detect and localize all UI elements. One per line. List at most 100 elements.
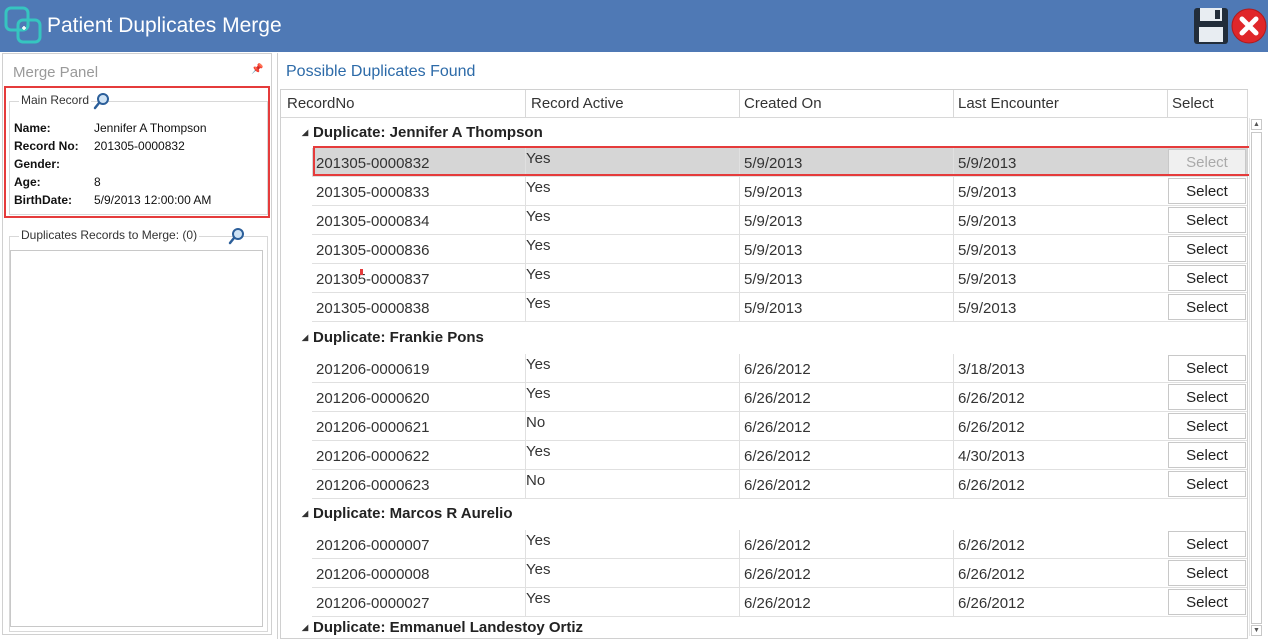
column-divider — [525, 177, 526, 206]
collapse-triangle-icon[interactable]: ◢ — [302, 500, 308, 528]
column-divider — [953, 470, 954, 499]
collapse-triangle-icon[interactable]: ◢ — [302, 614, 308, 642]
column-divider — [953, 206, 954, 235]
select-button[interactable]: Select — [1168, 265, 1246, 291]
group-header-label: Duplicate: Frankie Pons — [313, 329, 484, 346]
cell-record-active: Yes — [526, 266, 551, 283]
cell-record-no: 201206-0000619 — [316, 361, 430, 378]
table-row[interactable]: 201206-0000620 Yes 6/26/2012 6/26/2012 Selec… — [312, 383, 1247, 412]
column-divider — [525, 588, 526, 617]
cell-last-encounter: 6/26/2012 — [958, 595, 1025, 612]
select-button[interactable]: Select — [1168, 442, 1246, 468]
cell-record-active: No — [526, 414, 546, 431]
cell-last-encounter: 4/30/2013 — [958, 448, 1025, 465]
column-divider — [525, 441, 526, 470]
cell-record-active: Yes — [526, 208, 551, 225]
group-header[interactable]: ◢ Duplicate: Frankie Pons — [281, 324, 1247, 352]
select-button[interactable]: Select — [1168, 178, 1246, 204]
table-row[interactable]: 201305-0000833 Yes 5/9/2013 5/9/2013 Select — [312, 177, 1247, 206]
table-row[interactable]: 201206-0000007 Yes 6/26/2012 6/26/2012 Selec… — [312, 530, 1247, 559]
table-row[interactable]: 201206-0000008 Yes 6/26/2012 6/26/2012 Selec… — [312, 559, 1247, 588]
cell-last-encounter: 6/26/2012 — [958, 537, 1025, 554]
collapse-triangle-icon[interactable]: ◢ — [302, 119, 308, 147]
cell-created-on: 6/26/2012 — [744, 595, 811, 612]
cell-record-no: 201305-0000837 — [316, 271, 430, 288]
select-button[interactable]: Select — [1168, 560, 1246, 586]
column-divider — [953, 235, 954, 264]
table-row[interactable]: 201305-0000834 Yes 5/9/2013 5/9/2013 Select — [312, 206, 1247, 235]
cell-record-no: 201206-0000622 — [316, 448, 430, 465]
search-icon[interactable] — [93, 92, 111, 110]
scroll-up-arrow-icon[interactable]: ▲ — [1251, 119, 1262, 130]
select-button[interactable]: Select — [1168, 384, 1246, 410]
table-row[interactable]: 201305-0000837 Yes 5/9/2013 5/9/2013 Select — [312, 264, 1247, 293]
column-divider — [525, 383, 526, 412]
select-button[interactable]: Select — [1168, 413, 1246, 439]
select-button[interactable]: Select — [1168, 531, 1246, 557]
column-divider — [525, 206, 526, 235]
cell-created-on: 5/9/2013 — [744, 213, 803, 230]
column-header-created-on[interactable]: Created On — [738, 90, 954, 118]
table-row[interactable]: 201206-0000622 Yes 6/26/2012 4/30/2013 Selec… — [312, 441, 1247, 470]
cell-last-encounter: 6/26/2012 — [958, 390, 1025, 407]
cell-last-encounter: 5/9/2013 — [958, 184, 1017, 201]
column-divider — [739, 235, 740, 264]
select-button[interactable]: Select — [1168, 355, 1246, 381]
scroll-down-arrow-icon[interactable]: ▼ — [1251, 625, 1262, 636]
group-header[interactable]: ◢ Duplicate: Jennifer A Thompson — [281, 119, 1247, 147]
table-row[interactable]: 201206-0000623 No 6/26/2012 6/26/2012 Select — [312, 470, 1247, 499]
red-marker — [360, 269, 363, 275]
save-icon[interactable] — [1193, 7, 1229, 45]
select-button[interactable]: Select — [1168, 236, 1246, 262]
merge-panel-title: Merge Panel — [13, 64, 99, 81]
select-button[interactable]: Select — [1168, 589, 1246, 615]
select-button[interactable]: Select — [1168, 471, 1246, 497]
birthdate-label: BirthDate: — [14, 193, 73, 207]
scroll-thumb[interactable] — [1251, 132, 1262, 624]
table-row[interactable]: 201206-0000621 No 6/26/2012 6/26/2012 Select — [312, 412, 1247, 441]
cell-last-encounter: 3/18/2013 — [958, 361, 1025, 378]
column-divider — [525, 530, 526, 559]
cell-record-no: 201305-0000834 — [316, 213, 430, 230]
window-title: Patient Duplicates Merge — [47, 14, 282, 37]
selected-row-highlight — [313, 146, 1254, 176]
group-header[interactable]: ◢ Duplicate: Emmanuel Landestoy Ortiz — [281, 614, 1247, 642]
record-no-value: 201305-0000832 — [94, 139, 185, 153]
column-divider — [525, 293, 526, 322]
column-header-last-encounter[interactable]: Last Encounter — [952, 90, 1168, 118]
table-row[interactable]: 201305-0000838 Yes 5/9/2013 5/9/2013 Select — [312, 293, 1247, 322]
collapse-triangle-icon[interactable]: ◢ — [302, 324, 308, 352]
cell-record-active: Yes — [526, 532, 551, 549]
group-header-label: Duplicate: Marcos R Aurelio — [313, 505, 513, 522]
column-header-recordno[interactable]: RecordNo — [281, 90, 526, 118]
cell-created-on: 6/26/2012 — [744, 537, 811, 554]
cell-record-no: 201206-0000623 — [316, 477, 430, 494]
table-row[interactable]: 201206-0000027 Yes 6/26/2012 6/26/2012 Selec… — [312, 588, 1247, 617]
cell-record-active: Yes — [526, 295, 551, 312]
cell-record-no: 201206-0000027 — [316, 595, 430, 612]
cell-last-encounter: 5/9/2013 — [958, 300, 1017, 317]
column-header-select[interactable]: Select — [1166, 90, 1248, 118]
column-divider — [953, 559, 954, 588]
column-divider — [525, 412, 526, 441]
column-divider — [739, 530, 740, 559]
column-header-record-active[interactable]: Record Active — [525, 90, 740, 118]
column-divider — [953, 530, 954, 559]
duplicates-to-merge-label: Duplicates Records to Merge: (0) — [19, 228, 200, 242]
column-divider — [739, 293, 740, 322]
table-row[interactable]: 201305-0000836 Yes 5/9/2013 5/9/2013 Select — [312, 235, 1247, 264]
cell-last-encounter: 5/9/2013 — [958, 242, 1017, 259]
select-button[interactable]: Select — [1168, 207, 1246, 233]
column-divider — [953, 383, 954, 412]
column-divider — [739, 206, 740, 235]
column-divider — [953, 177, 954, 206]
group-header[interactable]: ◢ Duplicate: Marcos R Aurelio — [281, 500, 1247, 528]
cell-created-on: 6/26/2012 — [744, 448, 811, 465]
table-row[interactable]: 201206-0000619 Yes 6/26/2012 3/18/2013 Selec… — [312, 354, 1247, 383]
search-icon[interactable] — [228, 227, 246, 245]
close-icon[interactable] — [1231, 8, 1267, 44]
duplicates-to-merge-list[interactable] — [10, 250, 263, 627]
pin-icon[interactable]: 📌 — [251, 64, 263, 75]
column-divider — [953, 588, 954, 617]
select-button[interactable]: Select — [1168, 294, 1246, 320]
